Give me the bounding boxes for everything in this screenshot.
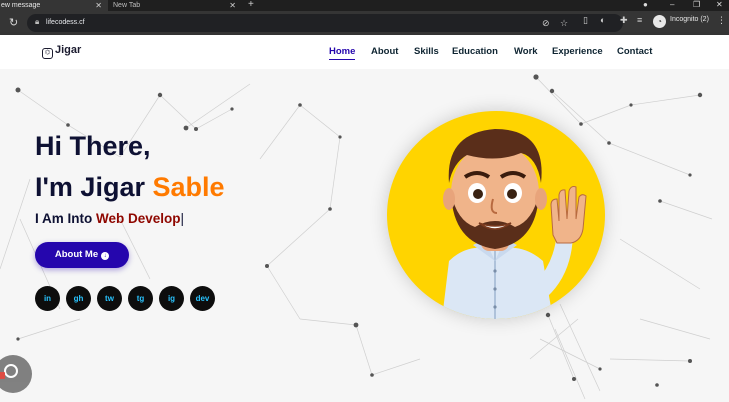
profile-dot-icon[interactable]: ● xyxy=(643,0,648,10)
eye-off-icon[interactable]: ⊘ xyxy=(542,18,550,29)
incognito-icon[interactable]: ◔ xyxy=(653,15,666,28)
avatar xyxy=(387,111,605,319)
browser-toolbar: ↻ 🔒︎ lifecodess.cf ⊘ ☆ ▯ ◐ ✚ ≡ xyxy=(0,11,729,35)
new-tab-icon[interactable]: + xyxy=(248,0,254,10)
hero-intro-prefix: I'm Jigar xyxy=(35,171,153,202)
browser-tab-inactive[interactable]: New Tab ✕ xyxy=(108,0,242,11)
instagram-icon[interactable]: ig xyxy=(159,286,184,311)
github-icon[interactable]: gh xyxy=(66,286,91,311)
hero-intro-highlight: Sable xyxy=(152,171,225,202)
typed-text: Web Develop xyxy=(96,211,181,226)
nav-link-home[interactable]: Home xyxy=(329,46,356,60)
browser-tab-strip: ew message ✕ New Tab ✕ + ● – ❐ ✕ xyxy=(0,0,729,11)
reading-list-icon[interactable]: ≡ xyxy=(637,15,642,25)
dev-icon[interactable]: dev xyxy=(190,286,215,311)
linkedin-icon[interactable]: in xyxy=(35,286,60,311)
tab-title: New Tab xyxy=(113,2,141,9)
maximize-icon[interactable]: ❐ xyxy=(693,0,700,10)
extension-icon[interactable]: ▯ xyxy=(583,15,588,26)
lens-badge xyxy=(0,372,5,379)
nav-link-experience[interactable]: Experience xyxy=(552,46,603,57)
url-text: lifecodess.cf xyxy=(46,19,85,26)
window-close-icon[interactable]: ✕ xyxy=(716,0,723,10)
logo-text: Jigar xyxy=(55,44,82,56)
hero-heading: Hi There, I'm Jigar Sable xyxy=(35,126,225,207)
nav-link-contact[interactable]: Contact xyxy=(617,46,652,57)
hero-section: Hi There, I'm Jigar Sable I Am Into Web … xyxy=(0,69,729,402)
hero-subtitle: I Am Into Web Develop| xyxy=(35,211,184,226)
minimize-icon[interactable]: – xyxy=(670,0,674,10)
address-bar[interactable]: 🔒︎ lifecodess.cf ⊘ ☆ xyxy=(27,14,623,32)
twitter-icon[interactable]: tw xyxy=(97,286,122,311)
lens-ring xyxy=(4,364,18,378)
typing-cursor: | xyxy=(180,211,185,226)
kebab-menu-icon[interactable]: ⋮ xyxy=(717,15,726,26)
tab-title: ew message xyxy=(1,2,41,9)
nav-link-work[interactable]: Work xyxy=(514,46,538,57)
hero-subtitle-prefix: I Am Into xyxy=(35,211,96,226)
bitmoji-avatar-illustration xyxy=(442,129,587,319)
site-navbar: ⌬ Jigar Home About Skills Education Work … xyxy=(0,35,729,69)
puzzle-icon[interactable]: ✚ xyxy=(620,15,628,26)
nav-link-about[interactable]: About xyxy=(371,46,398,57)
nav-link-education[interactable]: Education xyxy=(452,46,498,57)
logo-icon: ⌬ xyxy=(42,48,53,59)
browser-tab-active[interactable]: ew message ✕ xyxy=(0,0,108,11)
theme-icon[interactable]: ◐ xyxy=(600,15,605,25)
close-icon[interactable]: ✕ xyxy=(95,0,102,11)
particle-network-background xyxy=(0,74,713,400)
reload-icon[interactable]: ↻ xyxy=(9,16,18,29)
star-icon[interactable]: ☆ xyxy=(560,18,568,29)
telegram-icon[interactable]: tg xyxy=(128,286,153,311)
lock-icon[interactable]: 🔒︎ xyxy=(35,17,39,27)
about-me-button[interactable]: About Me ↓ xyxy=(35,242,129,268)
hero-greeting: Hi There, xyxy=(35,131,151,161)
arrow-down-circle-icon: ↓ xyxy=(101,252,110,260)
incognito-label: Incognito (2) xyxy=(670,16,709,23)
site-logo[interactable]: ⌬ Jigar xyxy=(42,44,81,59)
close-icon[interactable]: ✕ xyxy=(229,0,236,11)
nav-link-skills[interactable]: Skills xyxy=(414,46,439,57)
about-me-label: About Me xyxy=(54,249,99,260)
hero-intro: I'm Jigar Sable xyxy=(35,167,225,208)
